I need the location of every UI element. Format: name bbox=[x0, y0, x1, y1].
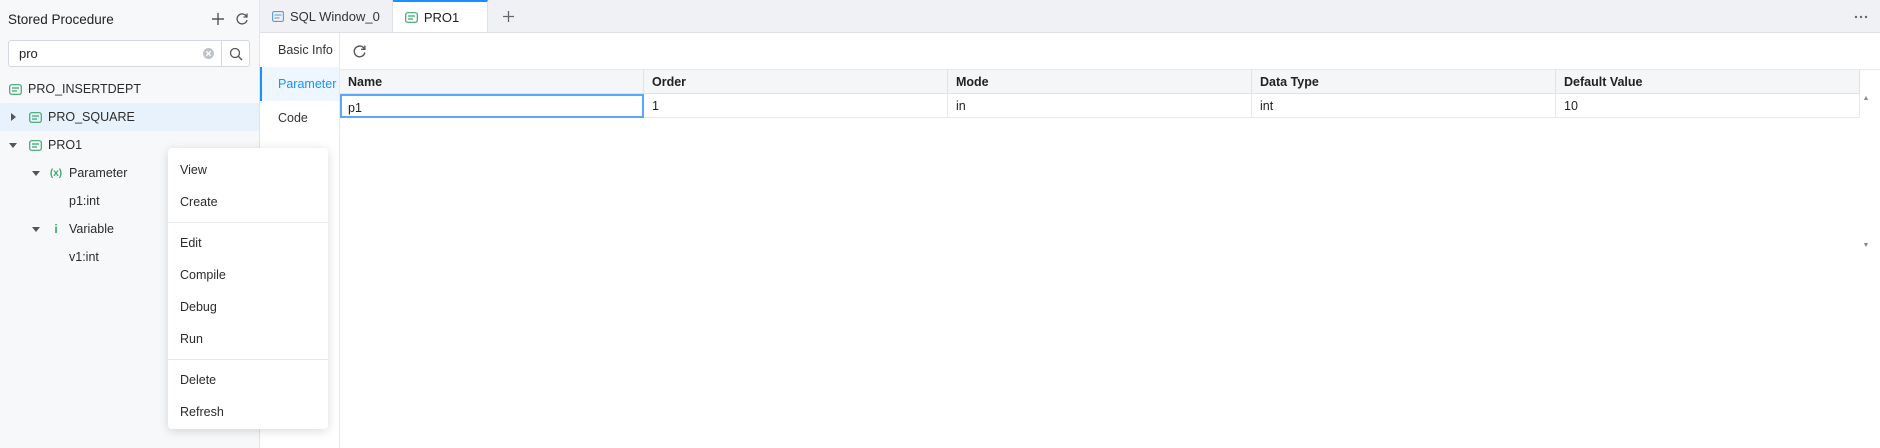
menu-item-refresh[interactable]: Refresh bbox=[168, 396, 328, 428]
caret-down-icon[interactable] bbox=[31, 168, 41, 178]
procedure-icon bbox=[8, 83, 22, 95]
subnav-basic-info[interactable]: Basic Info bbox=[260, 33, 339, 67]
caret-down-icon[interactable] bbox=[31, 224, 41, 234]
subnav-parameter[interactable]: Parameter bbox=[260, 67, 339, 101]
caret-down-icon[interactable] bbox=[8, 140, 18, 150]
clear-icon[interactable] bbox=[195, 41, 221, 66]
menu-divider bbox=[168, 222, 328, 223]
menu-divider bbox=[168, 359, 328, 360]
tab-sql-window[interactable]: SQL Window_0 bbox=[260, 0, 393, 32]
tree-item-label: PRO_INSERTDEPT bbox=[28, 82, 141, 96]
column-header-data-type[interactable]: Data Type bbox=[1252, 70, 1556, 94]
search-icon[interactable] bbox=[221, 41, 249, 66]
cell-data-type[interactable]: int bbox=[1252, 94, 1556, 118]
subnav-code[interactable]: Code bbox=[260, 101, 339, 135]
column-header-name[interactable]: Name bbox=[340, 70, 644, 94]
variable-icon: i bbox=[54, 222, 58, 236]
menu-item-edit[interactable]: Edit bbox=[168, 227, 328, 259]
column-header-default-value[interactable]: Default Value bbox=[1556, 70, 1860, 94]
table-header: Name Order Mode Data Type Default Value bbox=[340, 70, 1860, 94]
sidebar-header: Stored Procedure bbox=[0, 0, 259, 38]
parameter-table: Name Order Mode Data Type Default Value … bbox=[340, 70, 1860, 118]
cell-mode[interactable]: in bbox=[948, 94, 1252, 118]
tab-label: PRO1 bbox=[423, 9, 460, 25]
vertical-scrollbar[interactable]: ▲ ▼ bbox=[1860, 95, 1872, 265]
table-row: p1 1 in int 10 bbox=[340, 94, 1860, 118]
cell-order[interactable]: 1 bbox=[644, 94, 948, 118]
tab-label: SQL Window_0 bbox=[290, 8, 380, 24]
menu-item-view[interactable]: View bbox=[168, 154, 328, 186]
parameter-icon: (x) bbox=[49, 167, 63, 179]
search-input[interactable] bbox=[9, 41, 195, 66]
procedure-icon bbox=[28, 111, 42, 123]
column-header-order[interactable]: Order bbox=[644, 70, 948, 94]
tree-item-label: PRO_SQUARE bbox=[48, 110, 135, 124]
sql-window-icon bbox=[272, 10, 284, 22]
search-box bbox=[8, 40, 250, 67]
tree-item-pro-insertdept[interactable]: PRO_INSERTDEPT bbox=[0, 75, 259, 103]
menu-item-delete[interactable]: Delete bbox=[168, 364, 328, 396]
menu-item-create[interactable]: Create bbox=[168, 186, 328, 218]
scroll-down-icon[interactable]: ▼ bbox=[1860, 242, 1872, 249]
menu-item-debug[interactable]: Debug bbox=[168, 291, 328, 323]
tree-item-pro-square[interactable]: PRO_SQUARE bbox=[0, 103, 259, 131]
menu-item-compile[interactable]: Compile bbox=[168, 259, 328, 291]
tree-item-label: Parameter bbox=[69, 166, 128, 180]
menu-item-run[interactable]: Run bbox=[168, 323, 328, 355]
more-icon[interactable] bbox=[1854, 0, 1868, 33]
sidebar-title: Stored Procedure bbox=[8, 11, 114, 27]
procedure-icon bbox=[28, 139, 42, 151]
tree-item-label: p1:int bbox=[69, 194, 100, 208]
parameter-content: Name Order Mode Data Type Default Value … bbox=[340, 33, 1880, 448]
caret-right-icon[interactable] bbox=[8, 112, 18, 122]
context-menu: View Create Edit Compile Debug Run Delet… bbox=[168, 148, 328, 429]
scroll-up-icon[interactable]: ▲ bbox=[1860, 95, 1872, 102]
tab-pro1[interactable]: PRO1 bbox=[392, 0, 489, 32]
add-icon[interactable] bbox=[209, 10, 227, 28]
tree-item-label: Variable bbox=[69, 222, 114, 236]
refresh-icon[interactable] bbox=[233, 10, 251, 28]
tree-item-label: v1:int bbox=[69, 250, 99, 264]
tab-bar: SQL Window_0 PRO1 bbox=[260, 0, 1880, 33]
refresh-icon[interactable] bbox=[350, 42, 368, 60]
cell-name[interactable]: p1 bbox=[340, 94, 644, 118]
content-toolbar bbox=[340, 33, 1880, 70]
column-header-mode[interactable]: Mode bbox=[948, 70, 1252, 94]
cell-default-value[interactable]: 10 bbox=[1556, 94, 1860, 118]
tree-item-label: PRO1 bbox=[48, 138, 83, 152]
procedure-icon bbox=[404, 11, 418, 23]
add-tab-button[interactable] bbox=[488, 0, 528, 32]
